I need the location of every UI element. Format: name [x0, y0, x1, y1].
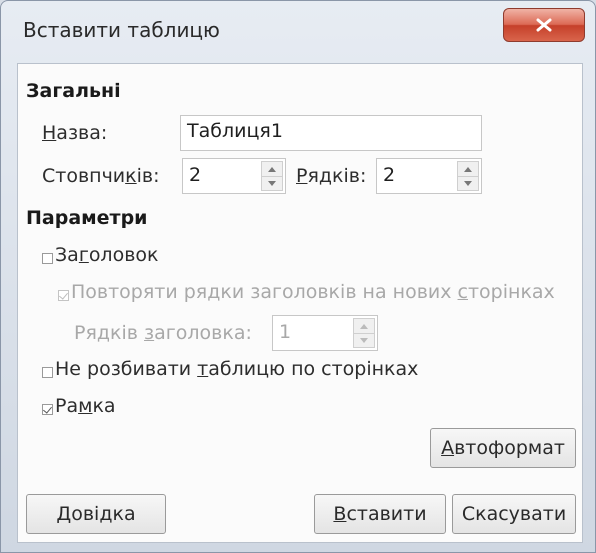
insert-table-dialog: Вставити таблицю Загальні Назва: Таблиця… — [0, 0, 596, 553]
dialog-title: Вставити таблицю — [23, 18, 220, 42]
heading-rows-spinbox[interactable]: 1 — [272, 315, 378, 351]
arrow-up-icon — [360, 323, 368, 329]
arrow-up-icon — [268, 166, 276, 172]
heading-rows-increment[interactable] — [354, 319, 374, 334]
border-label[interactable]: Рамка — [55, 395, 116, 417]
options-section-heading: Параметри — [26, 207, 148, 229]
heading-rows-spin-arrows[interactable] — [353, 318, 375, 348]
close-button[interactable] — [503, 8, 585, 42]
columns-decrement[interactable] — [262, 176, 282, 190]
arrow-down-icon — [464, 180, 472, 186]
heading-rows-decrement[interactable] — [354, 333, 374, 347]
columns-spin-arrows[interactable] — [261, 161, 283, 191]
autoformat-button[interactable]: Автоформат — [430, 428, 576, 468]
heading-checkbox-label[interactable]: Заголовок — [55, 244, 159, 266]
rows-label: Рядків: — [296, 165, 367, 187]
columns-spinbox[interactable]: 2 — [182, 158, 286, 194]
columns-increment[interactable] — [262, 162, 282, 177]
border-checkbox[interactable] — [42, 404, 53, 415]
heading-checkbox[interactable] — [42, 253, 53, 264]
insert-button[interactable]: Вставити — [314, 494, 446, 534]
repeat-heading-rows-label[interactable]: Повторяти рядки заголовків на нових стор… — [71, 281, 555, 303]
help-button[interactable]: Довідка — [26, 494, 166, 534]
rows-increment[interactable] — [458, 162, 478, 177]
arrow-down-icon — [360, 337, 368, 343]
heading-rows-value: 1 — [279, 321, 292, 343]
dialog-body: Загальні Назва: Таблиця1 Стовпчиків: 2 Р… — [17, 63, 583, 543]
general-section-heading: Загальні — [26, 80, 121, 102]
dont-split-table-label[interactable]: Не розбивати таблицю по сторінках — [55, 358, 418, 380]
rows-spinbox[interactable]: 2 — [376, 158, 482, 194]
name-input[interactable]: Таблиця1 — [180, 115, 482, 151]
columns-value: 2 — [189, 164, 202, 186]
rows-spin-arrows[interactable] — [457, 161, 479, 191]
columns-label: Стовпчиків: — [42, 165, 160, 187]
rows-decrement[interactable] — [458, 176, 478, 190]
close-icon — [536, 18, 552, 32]
dont-split-table-checkbox[interactable] — [42, 367, 53, 378]
title-bar[interactable]: Вставити таблицю — [1, 1, 596, 63]
repeat-heading-rows-checkbox[interactable] — [58, 290, 69, 301]
heading-rows-label: Рядків заголовка: — [74, 322, 252, 344]
arrow-up-icon — [464, 166, 472, 172]
name-label: Назва: — [42, 122, 108, 144]
cancel-button[interactable]: Скасувати — [452, 494, 576, 534]
arrow-down-icon — [268, 180, 276, 186]
rows-value: 2 — [383, 164, 396, 186]
